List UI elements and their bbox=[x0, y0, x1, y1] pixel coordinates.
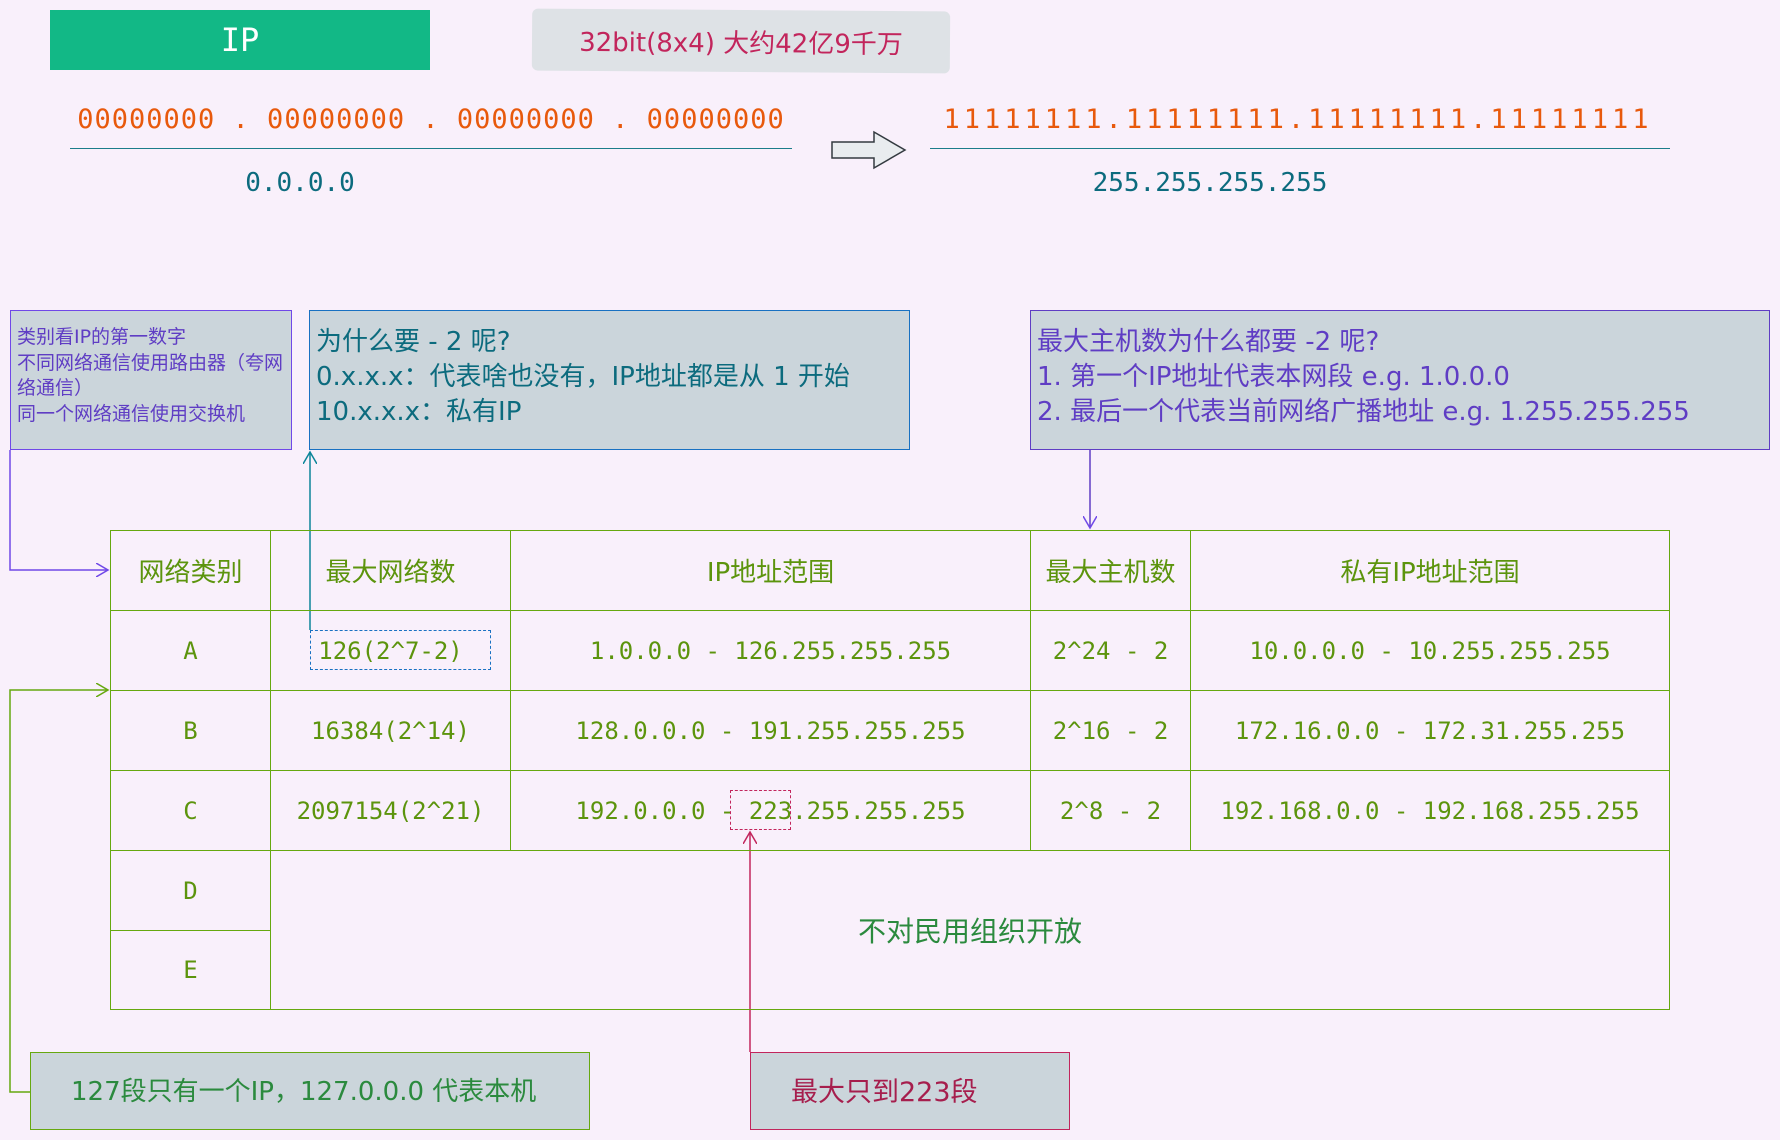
hosts-note-line: 1. 第一个IP地址代表本网段 e.g. 1.0.0.0 bbox=[1037, 362, 1510, 393]
loopback-note-text: 127段只有一个IP，127.0.0.0 代表本机 bbox=[71, 1077, 537, 1107]
loopback-note: 127段只有一个IP，127.0.0.0 代表本机 bbox=[30, 1052, 590, 1130]
category-note-line: 不同网络通信使用路由器（夸网络通信） bbox=[17, 351, 284, 400]
category-note: 类别看IP的第一数字 不同网络通信使用路由器（夸网络通信） 同一个网络通信使用交… bbox=[10, 310, 292, 450]
hosts-note-line: 2. 最后一个代表当前网络广播地址 e.g. 1.255.255.255 bbox=[1037, 397, 1690, 428]
why-minus-2-note: 为什么要 - 2 呢? 0.x.x.x：代表啥也没有，IP地址都是从 1 开始 … bbox=[309, 310, 910, 450]
class-c-hosts: 2^8 - 2 bbox=[1030, 770, 1191, 851]
highlight-126 bbox=[310, 630, 491, 670]
class-c-cell: C bbox=[110, 770, 271, 851]
why-note-line: 10.x.x.x：私有IP bbox=[316, 397, 522, 428]
ip-title-box: IP bbox=[50, 10, 430, 70]
class-de-note: 不对民用组织开放 bbox=[270, 850, 1670, 1010]
max-binary: 11111111.11111111.11111111.11111111 bbox=[943, 104, 1653, 135]
right-arrow-icon bbox=[831, 130, 907, 170]
max-dotted: 255.255.255.255 bbox=[1092, 168, 1328, 198]
bits-note: 32bit(8x4) 大约42亿9千万 bbox=[531, 8, 951, 74]
header-private-range: 私有IP地址范围 bbox=[1190, 530, 1670, 611]
class-b-range: 128.0.0.0 - 191.255.255.255 bbox=[510, 690, 1031, 771]
class-b-cell: B bbox=[110, 690, 271, 771]
max-223-note: 最大只到223段 bbox=[750, 1052, 1070, 1130]
class-a-private: 10.0.0.0 - 10.255.255.255 bbox=[1190, 610, 1670, 691]
header-max-hosts: 最大主机数 bbox=[1030, 530, 1191, 611]
why-note-line: 为什么要 - 2 呢? bbox=[316, 327, 511, 357]
header-class: 网络类别 bbox=[110, 530, 271, 611]
min-dotted: 0.0.0.0 bbox=[245, 168, 355, 198]
min-binary: 00000000 . 00000000 . 00000000 . 0000000… bbox=[77, 104, 785, 135]
min-underline bbox=[70, 148, 792, 149]
class-c-private: 192.168.0.0 - 192.168.255.255 bbox=[1190, 770, 1670, 851]
ip-title-label: IP bbox=[220, 21, 260, 59]
bits-note-text: 32bit(8x4) 大约42亿9千万 bbox=[579, 27, 903, 60]
highlight-223 bbox=[730, 790, 791, 830]
class-a-hosts: 2^24 - 2 bbox=[1030, 610, 1191, 691]
header-ip-range: IP地址范围 bbox=[510, 530, 1031, 611]
ip-class-table: 网络类别 最大网络数 IP地址范围 最大主机数 私有IP地址范围 A 126(2… bbox=[110, 530, 1670, 1010]
max-hosts-note: 最大主机数为什么都要 -2 呢? 1. 第一个IP地址代表本网段 e.g. 1.… bbox=[1030, 310, 1770, 450]
class-b-networks: 16384(2^14) bbox=[270, 690, 511, 771]
max-underline bbox=[930, 148, 1670, 149]
max-223-note-text: 最大只到223段 bbox=[791, 1077, 978, 1108]
hosts-note-line: 最大主机数为什么都要 -2 呢? bbox=[1037, 327, 1380, 357]
class-a-range: 1.0.0.0 - 126.255.255.255 bbox=[510, 610, 1031, 691]
class-c-networks: 2097154(2^21) bbox=[270, 770, 511, 851]
class-d-cell: D bbox=[110, 850, 271, 931]
category-note-line: 类别看IP的第一数字 bbox=[17, 326, 187, 348]
category-note-line: 同一个网络通信使用交换机 bbox=[17, 402, 246, 425]
class-b-private: 172.16.0.0 - 172.31.255.255 bbox=[1190, 690, 1670, 771]
category-connector bbox=[9, 450, 108, 570]
header-max-networks: 最大网络数 bbox=[270, 530, 511, 611]
loopback-connector bbox=[9, 690, 108, 1093]
class-e-cell: E bbox=[110, 930, 271, 1010]
class-b-hosts: 2^16 - 2 bbox=[1030, 690, 1191, 771]
why-note-line: 0.x.x.x：代表啥也没有，IP地址都是从 1 开始 bbox=[316, 362, 850, 393]
class-a-cell: A bbox=[110, 610, 271, 691]
